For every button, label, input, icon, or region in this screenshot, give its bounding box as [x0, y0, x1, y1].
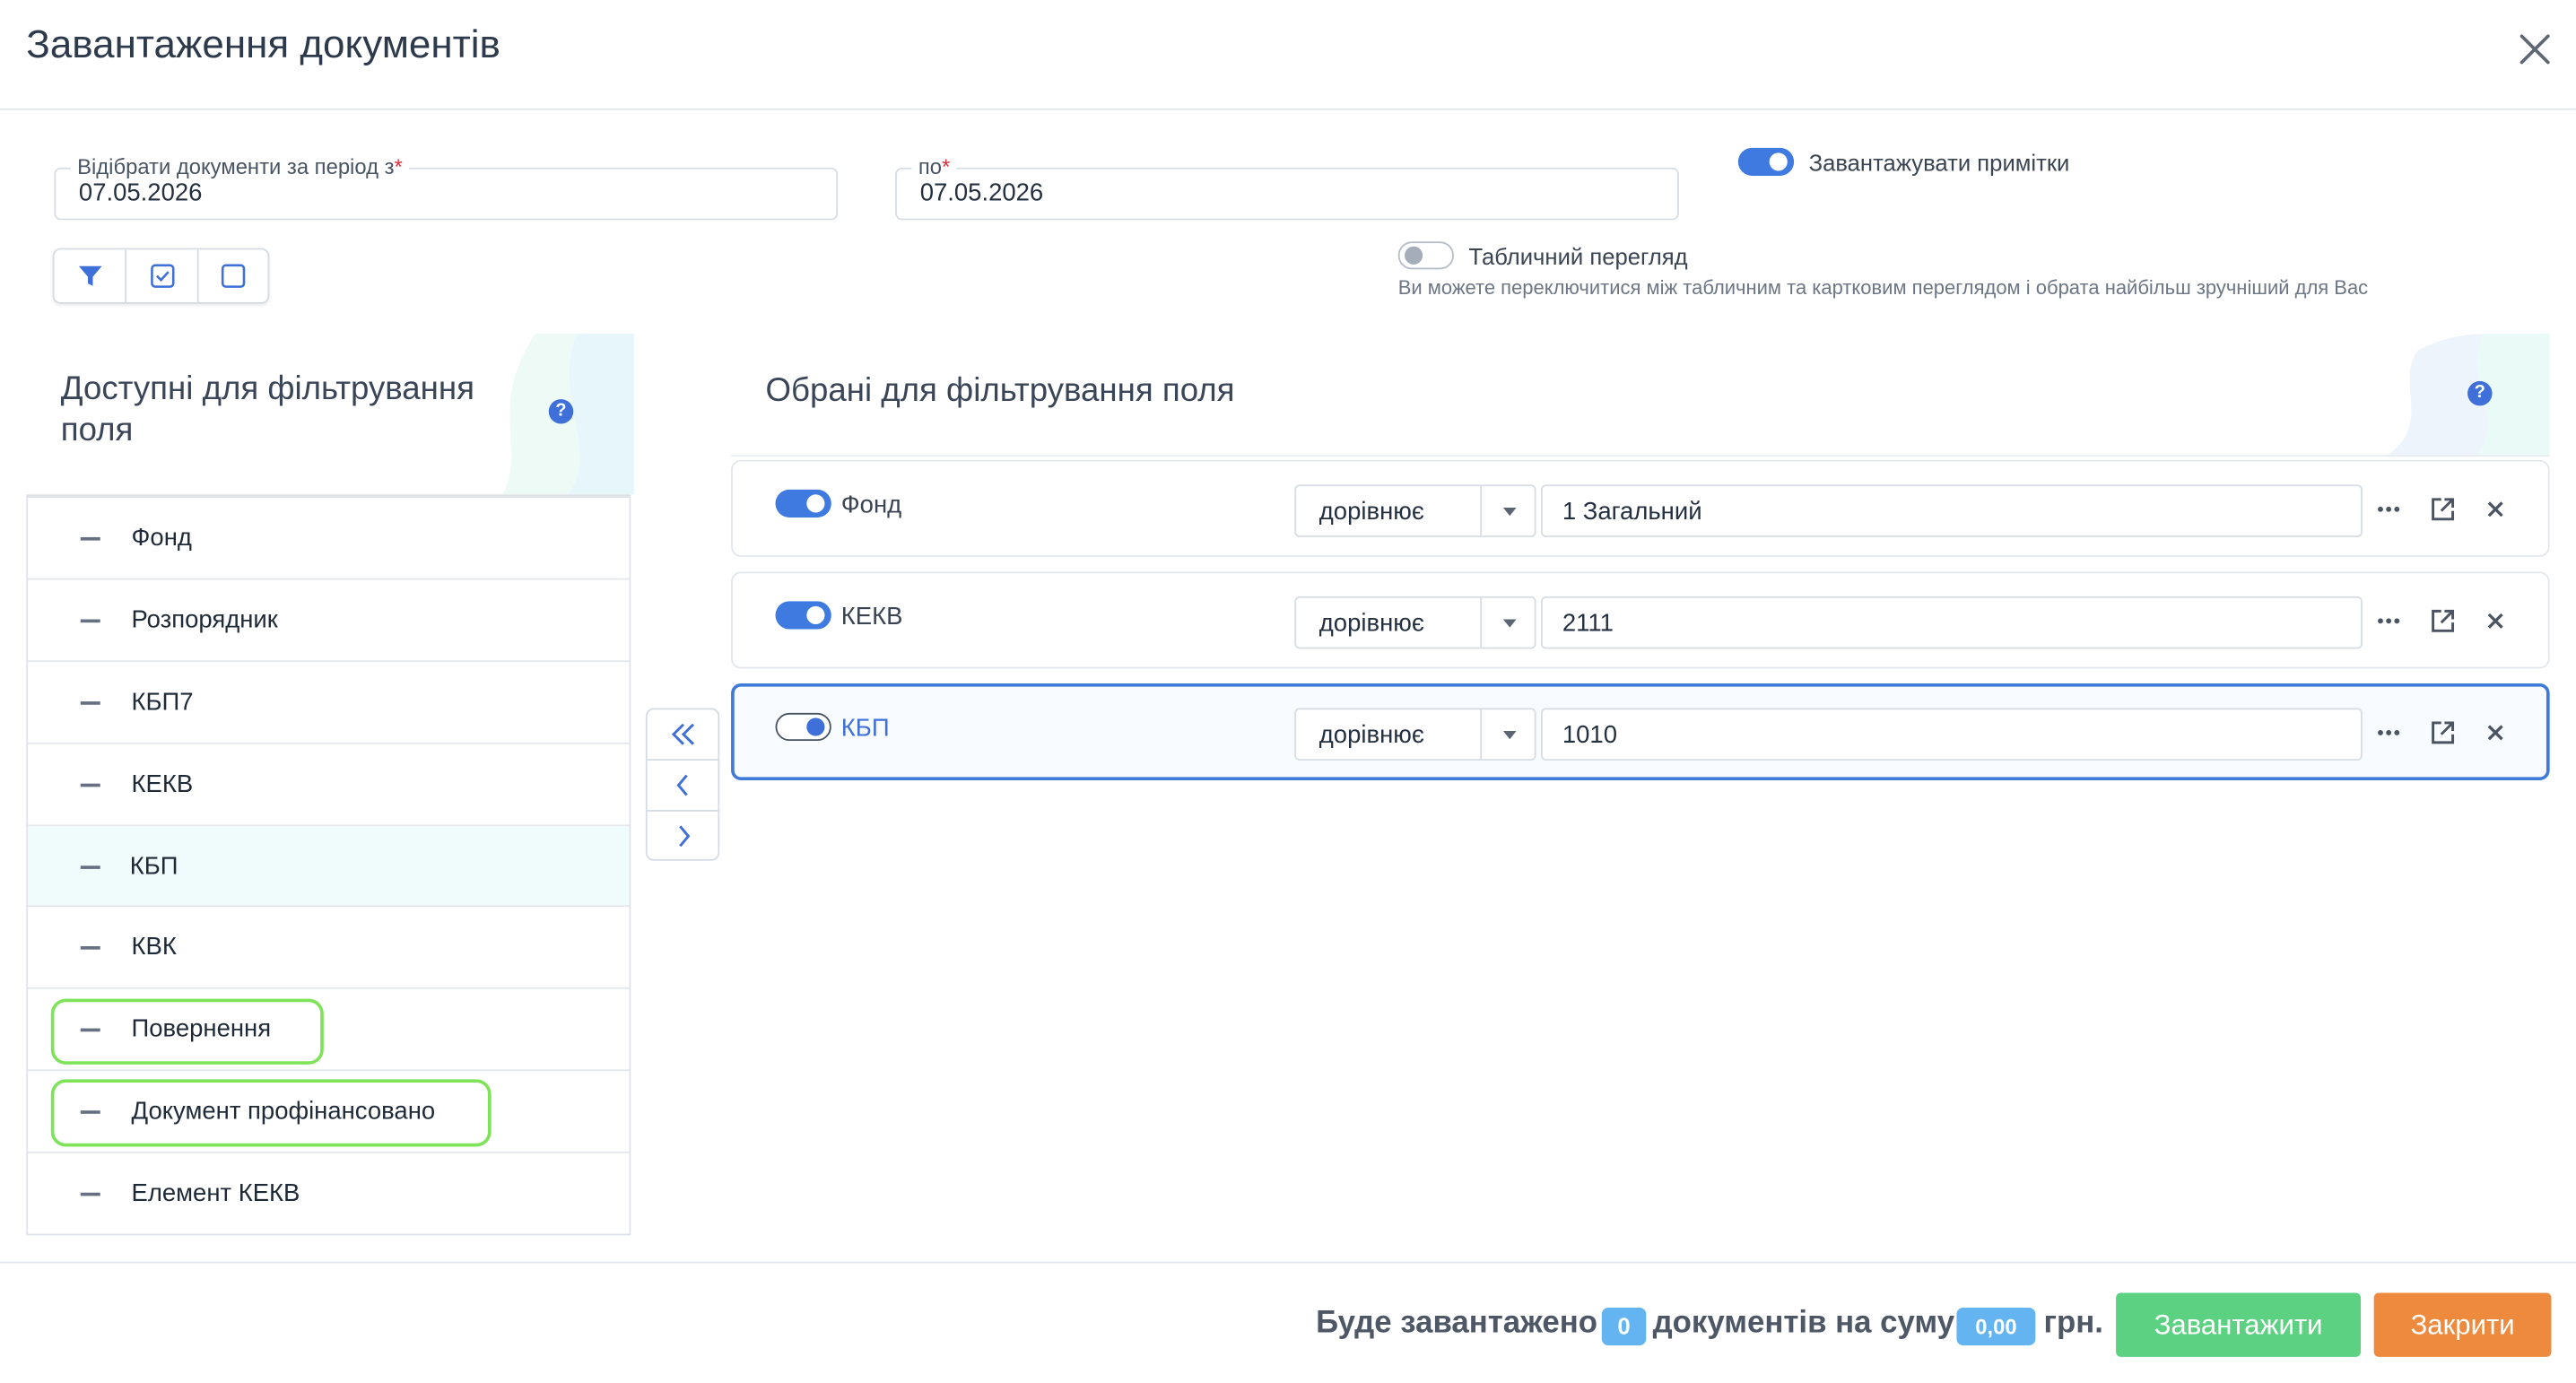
external-link-icon [2432, 498, 2455, 521]
filter-row-toggle[interactable] [775, 489, 831, 518]
filter-row-kbp: КБП дорівнює 1010 [731, 683, 2550, 781]
minus-icon [57, 848, 123, 887]
footer-divider [0, 1261, 2576, 1264]
minus-icon [57, 601, 123, 640]
caret-down-icon[interactable] [1502, 731, 1517, 740]
load-button[interactable]: Завантажити [2116, 1292, 2362, 1357]
more-options-button[interactable] [2369, 601, 2408, 640]
load-notes-label: Завантажувати примітки [1808, 149, 2070, 176]
period-to-label: по* [911, 154, 957, 179]
caret-down-icon[interactable] [1502, 507, 1517, 517]
ellipsis-icon [2378, 618, 2400, 624]
close-button[interactable]: Закрити [2373, 1292, 2552, 1357]
filter-row-name: КБП [840, 714, 890, 743]
selected-heading-divider [731, 455, 2550, 457]
caret-down-icon[interactable] [1502, 619, 1517, 628]
filter-row-toggle[interactable] [775, 601, 831, 630]
table-view-hint: Ви можете переключитися між табличним та… [1397, 275, 2369, 300]
available-item-element-kekv[interactable]: Елемент КЕКВ [28, 1153, 629, 1236]
available-fields-heading: Доступні для фільтрування поля [60, 370, 474, 449]
ellipsis-icon [2378, 506, 2400, 512]
available-item-kekv[interactable]: КЕКВ [28, 744, 630, 827]
filter-button[interactable] [54, 249, 127, 303]
available-fields-list: Фонд Розпорядник КБП7 КЕКВ КБП КВК Повер… [26, 494, 631, 1236]
chevron-right-icon [678, 825, 690, 848]
minus-icon [57, 519, 123, 559]
documents-count-badge: 0 [1601, 1307, 1647, 1346]
checkbox-checked-icon [150, 264, 174, 288]
documents-sum-badge: 0,00 [1956, 1307, 2036, 1346]
transfer-buttons [645, 708, 720, 861]
table-view-label: Табличний перегляд [1468, 243, 1688, 270]
dialog-title: Завантаження документів [26, 22, 500, 68]
ellipsis-icon [2378, 729, 2400, 735]
load-notes-toggle[interactable] [1737, 147, 1795, 176]
table-view-toggle[interactable] [1397, 241, 1454, 270]
available-item-kvk[interactable]: КВК [28, 907, 630, 989]
filter-value-input[interactable]: 2111 [1541, 596, 2363, 649]
minus-icon [57, 928, 123, 968]
open-external-button[interactable] [2424, 601, 2463, 640]
filter-row-toggle[interactable] [775, 712, 831, 742]
deselect-all-button[interactable] [199, 249, 268, 302]
chevron-left-icon [675, 774, 687, 796]
available-item-kbp7[interactable]: КБП7 [28, 662, 630, 744]
footer-currency-text: грн. [2043, 1306, 2103, 1341]
filter-row-name: Фонд [840, 491, 902, 519]
close-icon [2487, 725, 2503, 741]
operator-select[interactable]: дорівнює [1294, 596, 1536, 649]
external-link-icon [2432, 721, 2455, 744]
highlight-dokument-profinansovano [50, 1079, 492, 1147]
remove-filter-button[interactable] [2476, 713, 2515, 752]
filter-row-name: КЕКВ [840, 603, 903, 631]
minus-icon [57, 1175, 123, 1214]
select-all-button[interactable] [126, 249, 199, 303]
open-external-button[interactable] [2424, 490, 2463, 529]
filter-value-input[interactable]: 1010 [1541, 708, 2363, 761]
remove-filter-button[interactable] [2476, 490, 2515, 529]
open-external-button[interactable] [2424, 713, 2463, 752]
period-to-field[interactable]: по* 07.05.2026 [895, 154, 1679, 221]
close-icon [2487, 613, 2503, 629]
highlight-povernennia [50, 998, 324, 1065]
selection-button-group [52, 248, 270, 304]
move-left-button[interactable] [648, 761, 718, 810]
footer-docs-sum-text: документів на суму [1652, 1306, 1955, 1341]
move-right-button[interactable] [648, 812, 718, 861]
selected-fields-heading: Обрані для фільтрування поля [765, 372, 1235, 410]
minus-icon [57, 766, 123, 805]
period-from-field[interactable]: Відібрати документи за період з* 07.05.2… [54, 154, 839, 221]
operator-select[interactable]: дорівнює [1294, 708, 1536, 761]
filter-value-input[interactable]: 1 Загальний [1541, 484, 2363, 537]
more-options-button[interactable] [2369, 713, 2408, 752]
available-help-icon[interactable]: ? [548, 399, 574, 424]
minus-icon [57, 683, 123, 723]
close-icon[interactable] [2513, 28, 2556, 71]
period-to-value[interactable]: 07.05.2026 [920, 179, 1044, 207]
available-item-fond[interactable]: Фонд [28, 498, 630, 580]
header-divider [0, 108, 2576, 110]
move-all-left-button[interactable] [648, 709, 718, 759]
external-link-icon [2432, 609, 2455, 632]
operator-select[interactable]: дорівнює [1294, 484, 1536, 537]
filter-row-kekv: КЕКВ дорівнює 2111 [731, 571, 2550, 669]
selected-help-icon[interactable]: ? [2467, 380, 2493, 406]
filter-row-fond: Фонд дорівнює 1 Загальний [731, 459, 2550, 557]
footer-will-load-text: Буде завантажено [1316, 1306, 1598, 1341]
double-chevron-left-icon [670, 723, 694, 745]
more-options-button[interactable] [2369, 490, 2408, 529]
filter-icon [78, 265, 101, 286]
period-from-value[interactable]: 07.05.2026 [79, 179, 203, 207]
available-item-rozporiadnyk[interactable]: Розпорядник [28, 580, 630, 663]
period-from-label: Відібрати документи за період з* [70, 154, 410, 179]
checkbox-empty-icon [221, 264, 246, 288]
available-item-kbp[interactable]: КБП [28, 826, 630, 908]
remove-filter-button[interactable] [2476, 601, 2515, 640]
close-icon [2487, 501, 2503, 518]
